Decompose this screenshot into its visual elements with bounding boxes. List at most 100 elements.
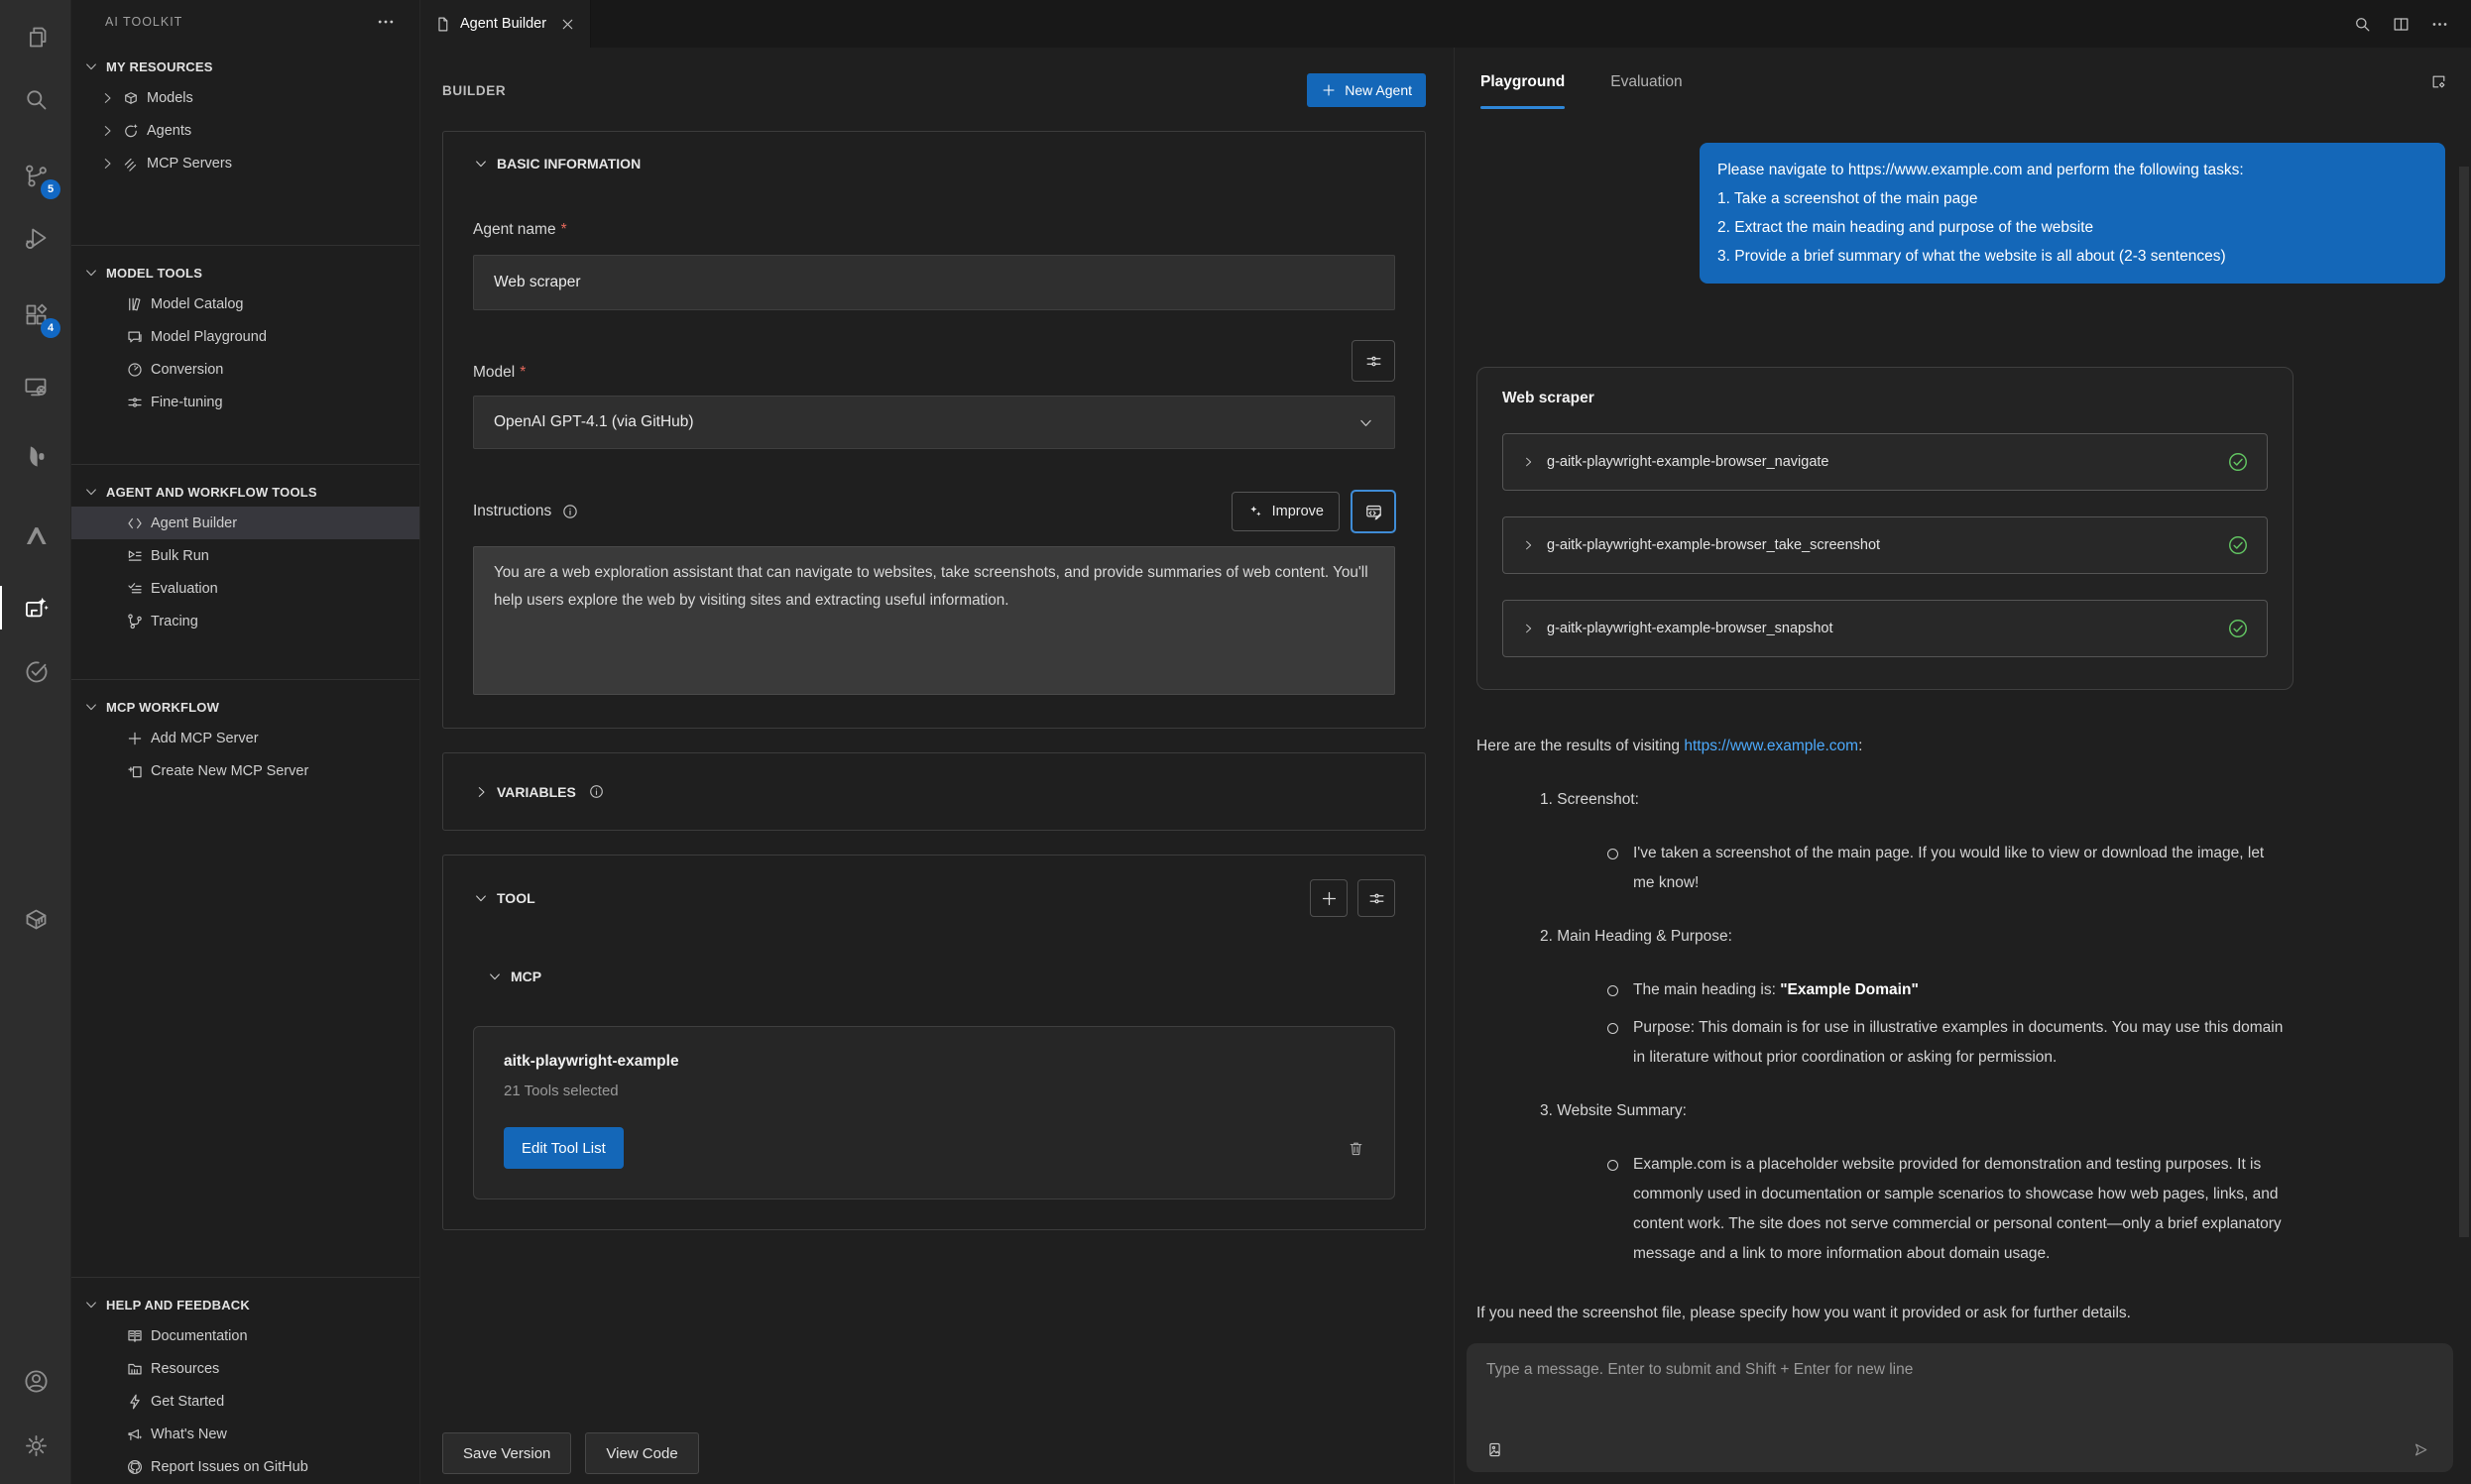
section-help-feedback[interactable]: HELP AND FEEDBACK (71, 1290, 419, 1319)
sidebar-item-evaluation[interactable]: Evaluation (71, 572, 419, 605)
sidebar-item-label: Tracing (151, 614, 198, 629)
chevron-right-icon (99, 123, 115, 139)
attach-image-icon[interactable] (1486, 1441, 1503, 1458)
activity-search[interactable] (0, 75, 71, 123)
section-mcp-workflow[interactable]: MCP WORKFLOW (71, 692, 419, 722)
more-actions-icon[interactable] (376, 12, 396, 32)
instructions-field[interactable]: You are a web exploration assistant that… (473, 546, 1395, 695)
files-icon (23, 24, 50, 51)
activity-ai-toolkit[interactable] (0, 584, 71, 631)
model-label: Model* (473, 364, 526, 382)
megaphone-icon (126, 1426, 144, 1443)
model-select[interactable]: OpenAI GPT-4.1 (via GitHub) (473, 396, 1395, 449)
user-message-line: 3. Provide a brief summary of what the w… (1717, 242, 2427, 271)
item-title: Website Summary: (1557, 1102, 1687, 1119)
bullet-text: Purpose: This domain is for use in illus… (1633, 1019, 2283, 1066)
sidebar-header: AI TOOLKIT (71, 0, 419, 44)
activity-testing[interactable] (0, 647, 71, 695)
activity-settings[interactable] (0, 1422, 71, 1469)
view-code-button[interactable]: View Code (585, 1432, 698, 1474)
mcp-subsection-header[interactable]: MCP (487, 969, 1395, 984)
sidebar-divider (71, 464, 419, 465)
sidebar-item-agent-builder[interactable]: Agent Builder (71, 507, 419, 539)
section-my-resources[interactable]: MY RESOURCES (71, 52, 419, 81)
tool-call-row[interactable]: g-aitk-playwright-example-browser_snapsh… (1502, 600, 2268, 657)
activity-source-control[interactable]: 5 (0, 152, 71, 199)
trace-icon (126, 613, 144, 630)
model-settings-button[interactable] (1352, 340, 1395, 382)
sidebar-item-fine-tuning[interactable]: Fine-tuning (71, 386, 419, 418)
user-message-bubble: Please navigate to https://www.example.c… (1700, 143, 2445, 284)
sidebar-item-report-issues[interactable]: Report Issues on GitHub (71, 1450, 419, 1483)
sidebar-item-label: What's New (151, 1427, 227, 1442)
sidebar-divider (71, 679, 419, 680)
scrollbar-thumb[interactable] (2459, 167, 2469, 1237)
mcp-server-name: aitk-playwright-example (504, 1053, 1364, 1071)
sidebar-item-documentation[interactable]: Documentation (71, 1319, 419, 1352)
message-input[interactable] (1486, 1361, 2433, 1423)
layers-icon (122, 155, 140, 172)
section-model-tools[interactable]: MODEL TOOLS (71, 258, 419, 287)
required-mark: * (561, 221, 567, 238)
sidebar-item-get-started[interactable]: Get Started (71, 1385, 419, 1418)
section-agent-workflow-tools[interactable]: AGENT AND WORKFLOW TOOLS (71, 477, 419, 507)
info-icon[interactable] (561, 503, 579, 520)
edit-tool-list-button[interactable]: Edit Tool List (504, 1127, 624, 1169)
github-icon (126, 1458, 144, 1476)
activity-run-debug[interactable] (0, 214, 71, 262)
sidebar-item-models[interactable]: Models (71, 81, 419, 114)
message-input-box (1467, 1343, 2453, 1472)
bullet-item: The main heading is: "Example Domain" (1633, 975, 2290, 1005)
sidebar-item-resources[interactable]: Resources (71, 1352, 419, 1385)
new-agent-button[interactable]: New Agent (1307, 73, 1426, 107)
sidebar-item-agents[interactable]: Agents (71, 114, 419, 147)
sidebar-item-add-mcp-server[interactable]: Add MCP Server (71, 722, 419, 754)
chevron-down-icon (83, 265, 99, 281)
add-tool-button[interactable] (1310, 879, 1348, 917)
close-icon[interactable] (559, 16, 576, 33)
tool-call-row[interactable]: g-aitk-playwright-example-browser_take_s… (1502, 516, 2268, 574)
activity-explorer[interactable] (0, 13, 71, 60)
send-icon[interactable] (2412, 1441, 2429, 1458)
tool-call-row[interactable]: g-aitk-playwright-example-browser_naviga… (1502, 433, 2268, 491)
variables-header[interactable]: VARIABLES (473, 783, 1395, 800)
tool-settings-button[interactable] (1357, 879, 1395, 917)
sidebar-item-tracing[interactable]: Tracing (71, 605, 419, 637)
sidebar-item-bulk-run[interactable]: Bulk Run (71, 539, 419, 572)
bullet-text: I've taken a screenshot of the main page… (1633, 845, 2264, 891)
activity-accounts[interactable] (0, 1357, 71, 1405)
sidebar-item-conversion[interactable]: Conversion (71, 353, 419, 386)
info-icon[interactable] (588, 783, 605, 800)
tool-header[interactable]: TOOL (473, 890, 535, 906)
improve-button[interactable]: Improve (1232, 492, 1340, 531)
sidebar-item-create-new-mcp-server[interactable]: Create New MCP Server (71, 754, 419, 787)
more-actions-icon[interactable] (2430, 15, 2449, 34)
tab-playground[interactable]: Playground (1480, 73, 1565, 109)
improve-label: Improve (1272, 504, 1324, 519)
mcp-server-card: aitk-playwright-example 21 Tools selecte… (473, 1026, 1395, 1199)
trash-icon[interactable] (1348, 1140, 1364, 1157)
sidebar-item-label: Agent Builder (151, 515, 237, 531)
activity-containers[interactable] (0, 895, 71, 943)
sidebar-item-whats-new[interactable]: What's New (71, 1418, 419, 1450)
new-chat-icon[interactable] (2430, 73, 2447, 90)
sidebar-item-model-playground[interactable]: Model Playground (71, 320, 419, 353)
remote-icon (23, 374, 50, 400)
chevron-down-icon (1357, 414, 1374, 431)
tab-evaluation[interactable]: Evaluation (1610, 73, 1682, 109)
activity-extensions[interactable]: 4 (0, 290, 71, 338)
sidebar-item-model-catalog[interactable]: Model Catalog (71, 287, 419, 320)
sidebar-item-mcp-servers[interactable]: MCP Servers (71, 147, 419, 179)
tab-agent-builder[interactable]: Agent Builder (420, 0, 591, 48)
activity-azure[interactable] (0, 512, 71, 559)
activity-azure-ml[interactable] (0, 432, 71, 480)
azure-icon (23, 522, 50, 549)
agent-name-field[interactable] (473, 255, 1395, 310)
basic-information-header[interactable]: BASIC INFORMATION (473, 156, 1395, 171)
save-version-button[interactable]: Save Version (442, 1432, 571, 1474)
example-link[interactable]: https://www.example.com (1684, 738, 1858, 754)
activity-remote-explorer[interactable] (0, 363, 71, 410)
prompt-editor-button[interactable] (1352, 491, 1395, 532)
search-icon[interactable] (2353, 15, 2372, 34)
split-editor-icon[interactable] (2392, 15, 2411, 34)
